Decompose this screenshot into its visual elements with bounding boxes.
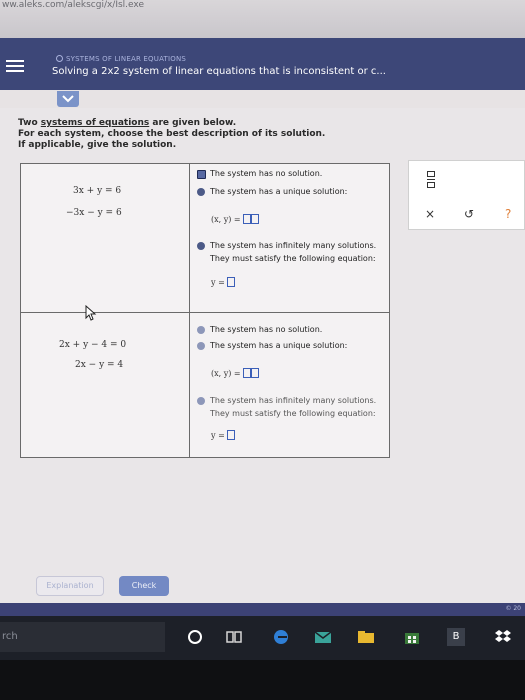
- instructions-line-2: For each system, choose the best descrip…: [18, 129, 326, 139]
- screen-bezel: [0, 660, 525, 700]
- system-1-infinite-label-1[interactable]: The system has infinitely many solutions…: [210, 241, 376, 250]
- system-1-unique-radio[interactable]: [197, 188, 205, 196]
- system-2-y-equation-input[interactable]: [226, 430, 235, 440]
- check-button[interactable]: Check: [119, 576, 169, 596]
- systems-of-equations-link[interactable]: systems of equations: [41, 118, 149, 128]
- system-1-infinite-answer: y =: [211, 277, 235, 287]
- system-1-equation-2: −3x − y = 6: [66, 208, 122, 218]
- menu-icon[interactable]: [6, 60, 24, 74]
- answer-toolbar: × ↺ ?: [408, 160, 525, 230]
- fraction-icon[interactable]: [427, 171, 437, 189]
- system-2-no-solution-label[interactable]: The system has no solution.: [210, 325, 322, 334]
- app-b-icon[interactable]: B: [447, 628, 465, 646]
- system-1-y-input[interactable]: [250, 214, 259, 224]
- copyright-text: © 20: [505, 605, 521, 612]
- chevron-down-icon: [62, 95, 74, 103]
- edge-browser-icon[interactable]: [272, 628, 290, 646]
- os-taskbar: rch B: [0, 616, 525, 660]
- system-1-equation-1: 3x + y = 6: [73, 186, 122, 196]
- instructions-line-3: If applicable, give the solution.: [18, 140, 177, 150]
- system-1-no-solution-radio[interactable]: [197, 170, 206, 179]
- file-explorer-icon[interactable]: [357, 628, 375, 646]
- system-2-infinite-radio[interactable]: [197, 397, 205, 405]
- system-1-x-input[interactable]: [242, 214, 251, 224]
- cortana-icon[interactable]: [186, 628, 204, 646]
- explanation-button[interactable]: Explanation: [36, 576, 104, 596]
- breadcrumb: SYSTEMS OF LINEAR EQUATIONS: [56, 55, 186, 63]
- mail-icon[interactable]: [314, 628, 332, 646]
- system-1-unique-answer: (x, y) =: [211, 214, 259, 224]
- system-1-unique-label[interactable]: The system has a unique solution:: [210, 187, 347, 196]
- instructions: Two systems of equations are given below…: [18, 118, 325, 151]
- system-2-y-input[interactable]: [250, 368, 259, 378]
- system-2-infinite-answer: y =: [211, 430, 235, 440]
- collapse-header-button[interactable]: [57, 91, 79, 107]
- app-header: SYSTEMS OF LINEAR EQUATIONS Solving a 2x…: [0, 38, 525, 90]
- store-icon[interactable]: [403, 628, 421, 646]
- system-2-infinite-label-1[interactable]: The system has infinitely many solutions…: [210, 396, 376, 405]
- help-button[interactable]: ?: [505, 207, 511, 221]
- system-1-no-solution-label[interactable]: The system has no solution.: [210, 169, 322, 178]
- system-2-no-solution-radio[interactable]: [197, 326, 205, 334]
- topic-circle-icon: [56, 55, 63, 62]
- system-2-equation-1: 2x + y − 4 = 0: [59, 340, 127, 350]
- browser-top-bar: ww.aleks.com/alekscgi/x/Isl.exe: [0, 0, 525, 38]
- system-2-infinite-label-2: They must satisfy the following equation…: [210, 409, 376, 418]
- address-bar-fragment[interactable]: ww.aleks.com/alekscgi/x/Isl.exe: [0, 0, 300, 14]
- task-view-icon[interactable]: [225, 628, 243, 646]
- system-2-unique-radio[interactable]: [197, 342, 205, 350]
- system-2-x-input[interactable]: [242, 368, 251, 378]
- undo-button[interactable]: ↺: [464, 207, 474, 221]
- page-title: Solving a 2x2 system of linear equations…: [52, 66, 386, 77]
- instructions-line-1: Two systems of equations are given below…: [18, 118, 237, 128]
- system-2-unique-answer: (x, y) =: [211, 368, 259, 378]
- mouse-cursor-icon: [85, 305, 97, 321]
- taskbar-search[interactable]: rch: [0, 622, 165, 652]
- system-1-infinite-label-2: They must satisfy the following equation…: [210, 254, 376, 263]
- clear-button[interactable]: ×: [425, 207, 435, 221]
- system-2-equation-2: 2x − y = 4: [75, 360, 124, 370]
- dropbox-icon[interactable]: [494, 628, 512, 646]
- systems-table: 3x + y = 6 −3x − y = 6 The system has no…: [20, 163, 390, 458]
- system-1-infinite-radio[interactable]: [197, 242, 205, 250]
- footer-strip: © 20: [0, 603, 525, 616]
- table-divider-horizontal: [21, 312, 389, 313]
- table-divider-vertical: [189, 164, 190, 457]
- system-2-unique-label[interactable]: The system has a unique solution:: [210, 341, 347, 350]
- system-1-y-equation-input[interactable]: [226, 277, 235, 287]
